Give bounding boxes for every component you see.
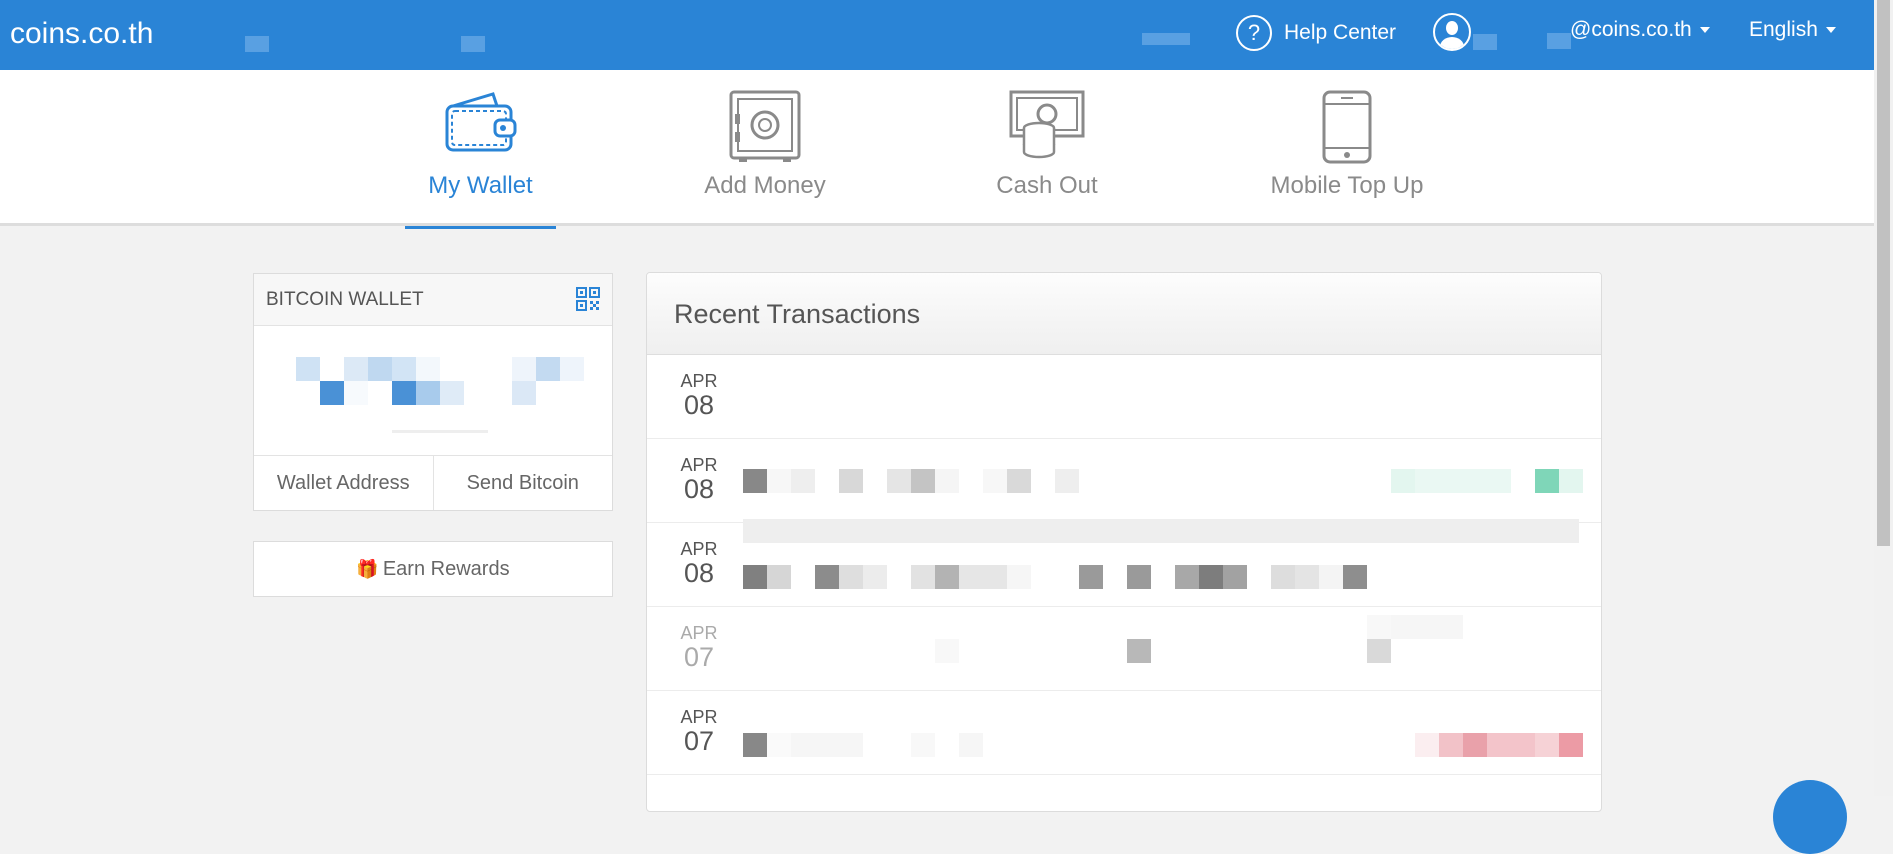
transaction-row[interactable]: APR 07 (647, 691, 1601, 775)
tab-cash-out[interactable]: Cash Out (980, 70, 1114, 226)
qr-code-icon[interactable] (576, 287, 600, 311)
transaction-row[interactable]: APR 08 (647, 439, 1601, 523)
tab-label: Mobile Top Up (1270, 172, 1424, 199)
wallet-address-button[interactable]: Wallet Address (254, 456, 433, 510)
redacted-balance (254, 326, 612, 454)
recent-transactions-header: Recent Transactions (647, 273, 1601, 355)
account-menu[interactable]: @coins.co.th (1570, 18, 1710, 42)
wallet-icon (445, 92, 516, 152)
user-avatar-button[interactable] (1433, 13, 1497, 51)
bitcoin-wallet-card: BITCOIN WALLET Wallet Address Send Bitco… (253, 273, 613, 511)
wallet-card-header: BITCOIN WALLET (254, 274, 612, 326)
chevron-down-icon (1699, 27, 1710, 33)
redacted-nav-item (461, 36, 485, 52)
account-email: @coins.co.th (1570, 18, 1692, 41)
transaction-row[interactable]: APR 07 (647, 607, 1601, 691)
redacted-username (1473, 34, 1497, 50)
transaction-row[interactable]: APR 08 (647, 519, 1601, 607)
transaction-date: APR 08 (680, 371, 718, 420)
top-nav-bar: coins.co.th ? Help Center @coins.co.th E… (0, 0, 1893, 70)
gift-icon: 🎁 (356, 558, 379, 579)
safe-icon (729, 90, 801, 162)
help-center-label: Help Center (1284, 21, 1397, 44)
tab-my-wallet[interactable]: My Wallet (405, 70, 556, 229)
brand-logo[interactable]: coins.co.th (10, 17, 153, 51)
wallet-title: BITCOIN WALLET (266, 289, 424, 310)
language-select[interactable]: English (1749, 18, 1836, 42)
question-icon: ? (1236, 15, 1272, 51)
transaction-date: APR 08 (680, 539, 718, 588)
transaction-date: APR 07 (680, 623, 718, 672)
user-icon (1433, 13, 1471, 51)
earn-rewards-button[interactable]: 🎁 Earn Rewards (253, 541, 613, 597)
tab-add-money[interactable]: Add Money (690, 70, 840, 226)
phone-icon (1322, 90, 1372, 164)
page-scrollbar[interactable] (1874, 0, 1893, 796)
tab-label: Add Money (704, 172, 826, 199)
main-tabs: My Wallet Add Money Cash Out Mobile Top … (0, 70, 1874, 229)
tab-mobile-top-up[interactable]: Mobile Top Up (1262, 70, 1432, 226)
cash-icon (1009, 90, 1085, 159)
scrollbar-thumb[interactable] (1877, 0, 1890, 546)
redacted-nav-item (1142, 33, 1190, 45)
chevron-down-icon (1825, 27, 1836, 33)
earn-rewards-label: Earn Rewards (382, 557, 510, 580)
wallet-actions: Wallet Address Send Bitcoin (254, 455, 612, 510)
recent-transactions-panel: Recent Transactions APR 08 APR 08 APR 08… (646, 272, 1602, 812)
language-label: English (1749, 18, 1818, 41)
transaction-row[interactable]: APR 08 (647, 355, 1601, 439)
tab-label: Cash Out (996, 172, 1098, 199)
chat-support-button[interactable] (1773, 780, 1847, 854)
tab-label: My Wallet (428, 172, 533, 199)
recent-transactions-title: Recent Transactions (674, 299, 921, 329)
redacted-nav-item (245, 36, 269, 52)
redacted-email-prefix (1547, 33, 1571, 49)
help-center-link[interactable]: ? Help Center (1236, 15, 1396, 51)
transaction-date: APR 07 (680, 707, 718, 756)
send-bitcoin-button[interactable]: Send Bitcoin (432, 456, 613, 510)
transaction-date: APR 08 (680, 455, 718, 504)
